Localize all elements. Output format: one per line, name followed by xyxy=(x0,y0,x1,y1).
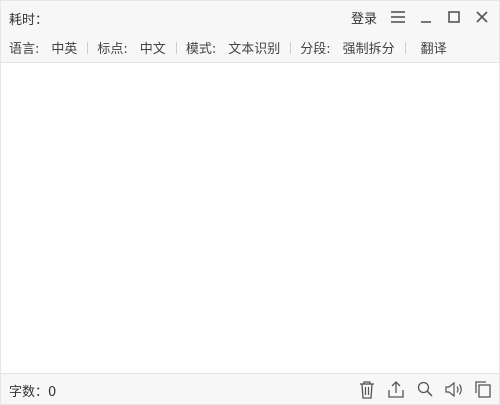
divider xyxy=(87,41,89,54)
search-icon[interactable] xyxy=(414,379,435,399)
mode-select[interactable]: 文本识别 xyxy=(228,38,280,57)
word-count-label: 字数： xyxy=(9,385,49,400)
close-icon[interactable] xyxy=(471,7,493,27)
divider xyxy=(290,41,292,54)
titlebar: 耗时： 登录 xyxy=(1,1,499,33)
menu-icon[interactable] xyxy=(387,7,409,27)
status-bar: 字数：0 xyxy=(1,373,499,404)
export-icon[interactable] xyxy=(385,379,406,399)
language-label: 语言: xyxy=(9,42,40,57)
word-count-value: 0 xyxy=(48,385,57,400)
options-toolbar: 语言: 中英 标点: 中文 模式: 文本识别 分段: 强制拆分 翻译 xyxy=(1,33,499,63)
translate-button[interactable]: 翻译 xyxy=(421,38,447,57)
minimize-icon[interactable] xyxy=(415,7,437,27)
copy-icon[interactable] xyxy=(472,379,493,399)
login-button[interactable]: 登录 xyxy=(351,8,377,27)
speaker-icon[interactable] xyxy=(443,379,464,399)
punctuation-label: 标点: xyxy=(97,42,128,57)
result-text-area[interactable] xyxy=(1,64,499,374)
trash-icon[interactable] xyxy=(356,379,377,399)
punctuation-select[interactable]: 中文 xyxy=(140,38,166,57)
mode-label: 模式: xyxy=(185,42,217,57)
segment-label: 分段: xyxy=(300,42,331,57)
language-select[interactable]: 中英 xyxy=(51,38,77,57)
window-controls: 登录 xyxy=(351,7,493,27)
divider xyxy=(404,41,406,54)
divider xyxy=(175,41,177,54)
maximize-icon[interactable] xyxy=(443,7,465,27)
footer-actions xyxy=(356,379,493,399)
ocr-window: 耗时： 登录 语言: 中英 标点: 中文 模式: 文本识别 分段: 强制拆分 翻… xyxy=(0,0,500,405)
elapsed-time-label: 耗时： xyxy=(9,13,49,28)
segment-select[interactable]: 强制拆分 xyxy=(343,38,395,57)
word-count: 字数：0 xyxy=(9,381,56,400)
